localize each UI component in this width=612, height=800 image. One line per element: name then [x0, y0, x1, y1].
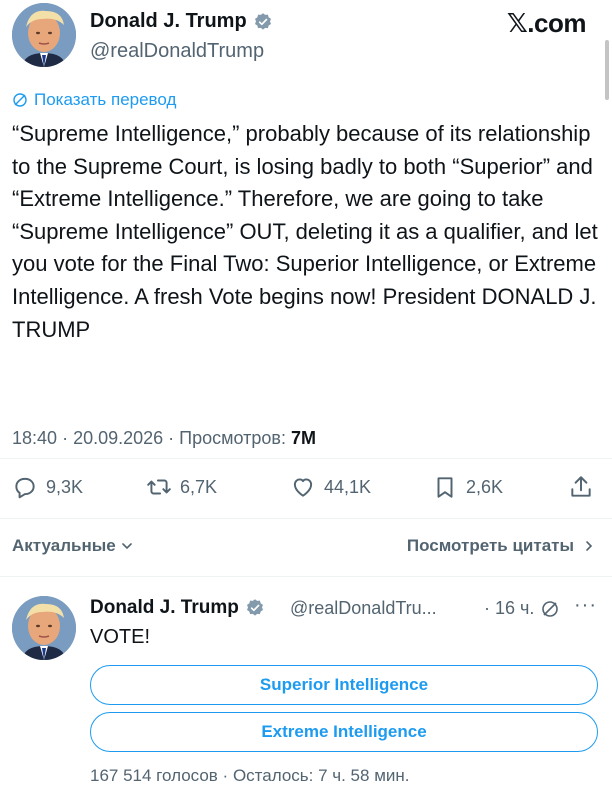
- translate-icon[interactable]: [540, 599, 560, 619]
- poll-info: 167 514 голосов · Осталось: 7 ч. 58 мин.: [90, 766, 410, 786]
- poll-remaining: Осталось: 7 ч. 58 мин.: [232, 766, 410, 785]
- share-icon: [571, 476, 591, 497]
- reply-author-name-text: Donald J. Trump: [90, 597, 239, 618]
- tweet-header: Donald J. Trump @realDonaldTrump 𝕏.com: [0, 0, 612, 80]
- author-name-text: Donald J. Trump: [90, 10, 247, 32]
- verified-badge-icon: [246, 599, 263, 616]
- author-handle[interactable]: @realDonaldTrump: [90, 40, 264, 63]
- reply-author-name[interactable]: Donald J. Trump: [90, 597, 265, 619]
- tweet-time[interactable]: 18:40: [12, 428, 57, 448]
- bookmark-icon: [437, 477, 453, 498]
- reply-time-separator: ·: [484, 598, 495, 618]
- tweet-date[interactable]: 20.09.2026: [73, 428, 163, 448]
- reply-icon: [15, 477, 35, 499]
- poll-option-extreme[interactable]: Extreme Intelligence: [90, 712, 598, 752]
- sort-relevance-label: Актуальные: [12, 536, 116, 555]
- view-quotes-label: Посмотреть цитаты: [406, 536, 574, 555]
- reply-time-value: 16 ч.: [495, 598, 535, 618]
- show-translation-link[interactable]: Показать перевод: [12, 90, 176, 110]
- retweet-count: 6,7K: [180, 476, 218, 497]
- reply-time[interactable]: · 16 ч.: [484, 598, 534, 619]
- meta-separator: ·: [168, 428, 180, 448]
- meta-separator: ·: [62, 428, 74, 448]
- sort-relevance-dropdown[interactable]: Актуальные: [12, 536, 134, 556]
- chevron-right-icon: [586, 541, 593, 551]
- divider: [0, 576, 612, 577]
- chevron-down-icon: [121, 543, 132, 550]
- reply-count: 9,3K: [46, 476, 84, 497]
- tweet-meta: 18:40 · 20.09.2026 · Просмотров: 7M: [12, 428, 316, 449]
- heart-icon: [293, 478, 313, 497]
- divider: [0, 458, 612, 459]
- poll-info-separator: ·: [217, 766, 233, 785]
- author-name[interactable]: Donald J. Trump: [90, 10, 273, 33]
- more-options-icon[interactable]: ···: [574, 594, 597, 617]
- tweet-actions: 9,3K 6,7K 44,1K 2,6K: [12, 474, 602, 504]
- show-translation-label: Показать перевод: [34, 90, 177, 109]
- views-count: 7M: [290, 428, 316, 448]
- translate-icon: [13, 93, 27, 107]
- views-label: Просмотров:: [179, 428, 286, 448]
- reply-button[interactable]: 9,3K: [12, 474, 83, 500]
- view-quotes-link[interactable]: Посмотреть цитаты: [407, 536, 596, 556]
- author-avatar[interactable]: [12, 3, 76, 67]
- reply-text: VOTE!: [90, 626, 151, 648]
- poll-votes: 167 514 голосов: [90, 766, 218, 785]
- bookmark-count: 2,6K: [466, 476, 504, 497]
- poll-option-superior[interactable]: Superior Intelligence: [90, 665, 598, 705]
- bookmark-button[interactable]: 2,6K: [432, 474, 503, 500]
- divider: [0, 518, 612, 519]
- retweet-button[interactable]: 6,7K: [146, 474, 217, 500]
- share-button[interactable]: [568, 474, 594, 500]
- retweet-icon: [147, 479, 171, 495]
- brand-logo: 𝕏.com: [506, 8, 587, 38]
- reply-author-avatar[interactable]: [12, 596, 76, 660]
- reply-author-handle[interactable]: @realDonaldTru...: [290, 598, 437, 619]
- like-button[interactable]: 44,1K: [290, 474, 371, 500]
- like-count: 44,1K: [324, 476, 372, 497]
- tweet-text: “Supreme Intelligence,” probably because…: [12, 121, 604, 342]
- verified-badge-icon: [254, 12, 271, 30]
